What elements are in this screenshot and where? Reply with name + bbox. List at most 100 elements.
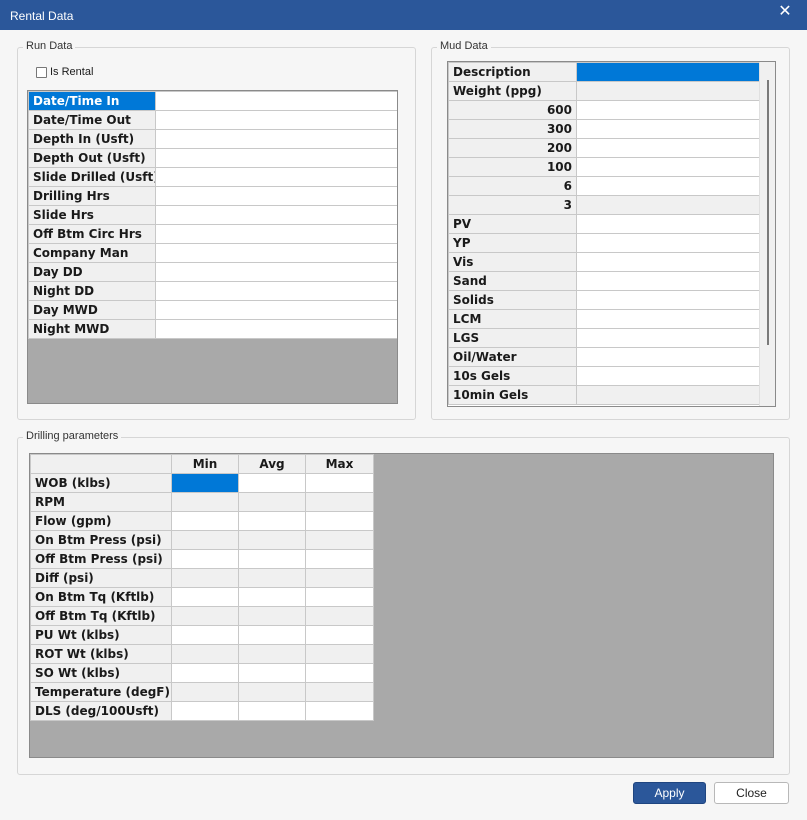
close-button[interactable]: Close	[714, 782, 789, 804]
drilling-value-cell[interactable]	[238, 530, 306, 550]
drilling-value-cell[interactable]	[305, 473, 374, 493]
drilling-value-cell[interactable]	[238, 682, 306, 702]
mud-data-value-cell[interactable]	[576, 119, 760, 139]
run-data-row-label: Off Btm Circ Hrs	[28, 224, 156, 244]
run-data-row-label: Night MWD	[28, 319, 156, 339]
drilling-row: ROT Wt (klbs)	[30, 644, 374, 664]
drilling-value-cell[interactable]	[171, 606, 239, 626]
drilling-value-cell[interactable]	[171, 701, 239, 721]
drilling-value-cell[interactable]	[238, 492, 306, 512]
mud-data-value-cell[interactable]	[576, 252, 760, 272]
mud-data-scroll-thumb[interactable]	[767, 80, 769, 345]
drilling-value-cell[interactable]	[238, 644, 306, 664]
drilling-value-cell[interactable]	[305, 606, 374, 626]
drilling-header-row: Min Avg Max	[30, 454, 374, 474]
mud-data-row: 6	[448, 176, 760, 196]
drilling-value-cell[interactable]	[305, 568, 374, 588]
mud-data-value-cell[interactable]	[576, 271, 760, 291]
run-data-row-label: Night DD	[28, 281, 156, 301]
run-data-value-cell[interactable]	[155, 224, 397, 244]
drilling-value-cell[interactable]	[171, 587, 239, 607]
close-icon[interactable]: ✕	[763, 0, 807, 22]
mud-data-row: LCM	[448, 309, 760, 329]
drilling-value-cell[interactable]	[305, 644, 374, 664]
drilling-value-cell[interactable]	[171, 644, 239, 664]
mud-data-row-label: LCM	[448, 309, 577, 329]
drilling-value-cell[interactable]	[238, 701, 306, 721]
mud-data-row: Weight (ppg)	[448, 81, 760, 101]
mud-data-value-cell[interactable]	[576, 233, 760, 253]
drilling-value-cell[interactable]	[238, 473, 306, 493]
drilling-value-cell[interactable]	[305, 663, 374, 683]
mud-data-value-cell[interactable]	[576, 62, 760, 82]
run-data-value-cell[interactable]	[155, 262, 397, 282]
mud-data-value-cell[interactable]	[576, 176, 760, 196]
run-data-value-cell[interactable]	[155, 148, 397, 168]
drilling-value-cell[interactable]	[171, 492, 239, 512]
mud-data-value-cell[interactable]	[576, 195, 760, 215]
apply-button[interactable]: Apply	[633, 782, 706, 804]
mud-data-row: 10min Gels	[448, 385, 760, 405]
drilling-row: On Btm Tq (Kftlb)	[30, 587, 374, 607]
run-data-value-cell[interactable]	[155, 110, 397, 130]
run-data-value-cell[interactable]	[155, 91, 397, 111]
mud-data-value-cell[interactable]	[576, 214, 760, 234]
drilling-value-cell[interactable]	[171, 568, 239, 588]
mud-data-row-label: 200	[448, 138, 577, 158]
drilling-value-cell[interactable]	[305, 530, 374, 550]
drilling-value-cell[interactable]	[171, 473, 239, 493]
drilling-value-cell[interactable]	[305, 701, 374, 721]
drilling-row: On Btm Press (psi)	[30, 530, 374, 550]
run-data-row-label: Date/Time Out	[28, 110, 156, 130]
run-data-value-cell[interactable]	[155, 243, 397, 263]
mud-data-row-label: 10s Gels	[448, 366, 577, 386]
drilling-value-cell[interactable]	[171, 625, 239, 645]
drilling-value-cell[interactable]	[305, 549, 374, 569]
run-data-value-cell[interactable]	[155, 300, 397, 320]
drilling-value-cell[interactable]	[171, 663, 239, 683]
drilling-value-cell[interactable]	[171, 682, 239, 702]
drilling-value-cell[interactable]	[238, 625, 306, 645]
drilling-value-cell[interactable]	[238, 606, 306, 626]
mud-data-value-cell[interactable]	[576, 328, 760, 348]
run-data-value-cell[interactable]	[155, 281, 397, 301]
drilling-value-cell[interactable]	[238, 663, 306, 683]
drilling-row-label: DLS (deg/100Usft)	[30, 701, 172, 721]
mud-data-row-label: YP	[448, 233, 577, 253]
run-data-value-cell[interactable]	[155, 186, 397, 206]
mud-data-value-cell[interactable]	[576, 347, 760, 367]
drilling-value-cell[interactable]	[305, 511, 374, 531]
drilling-header-corner	[30, 454, 172, 474]
drilling-value-cell[interactable]	[305, 492, 374, 512]
drilling-value-cell[interactable]	[238, 568, 306, 588]
drilling-value-cell[interactable]	[238, 511, 306, 531]
drilling-value-cell[interactable]	[305, 587, 374, 607]
run-data-value-cell[interactable]	[155, 129, 397, 149]
is-rental-checkbox-wrap[interactable]: Is Rental	[36, 66, 93, 78]
mud-data-value-cell[interactable]	[576, 100, 760, 120]
mud-data-value-cell[interactable]	[576, 138, 760, 158]
drilling-value-cell[interactable]	[171, 511, 239, 531]
mud-data-value-cell[interactable]	[576, 290, 760, 310]
drilling-value-cell[interactable]	[238, 549, 306, 569]
is-rental-label: Is Rental	[50, 66, 94, 78]
mud-data-value-cell[interactable]	[576, 309, 760, 329]
run-data-value-cell[interactable]	[155, 167, 397, 187]
is-rental-checkbox[interactable]	[36, 66, 47, 78]
run-data-row: Day DD	[28, 262, 397, 282]
run-data-value-cell[interactable]	[155, 319, 397, 339]
mud-data-row: Sand	[448, 271, 760, 291]
mud-data-value-cell[interactable]	[576, 366, 760, 386]
drilling-value-cell[interactable]	[305, 625, 374, 645]
mud-data-value-cell[interactable]	[576, 385, 760, 405]
drilling-value-cell[interactable]	[238, 587, 306, 607]
drilling-value-cell[interactable]	[171, 549, 239, 569]
run-data-value-cell[interactable]	[155, 205, 397, 225]
run-data-row-label: Slide Drilled (Usft)	[28, 167, 156, 187]
mud-data-value-cell[interactable]	[576, 81, 760, 101]
mud-data-value-cell[interactable]	[576, 157, 760, 177]
mud-data-scrollbar[interactable]	[759, 62, 775, 406]
drilling-value-cell[interactable]	[305, 682, 374, 702]
drilling-value-cell[interactable]	[171, 530, 239, 550]
mud-data-row: 300	[448, 119, 760, 139]
